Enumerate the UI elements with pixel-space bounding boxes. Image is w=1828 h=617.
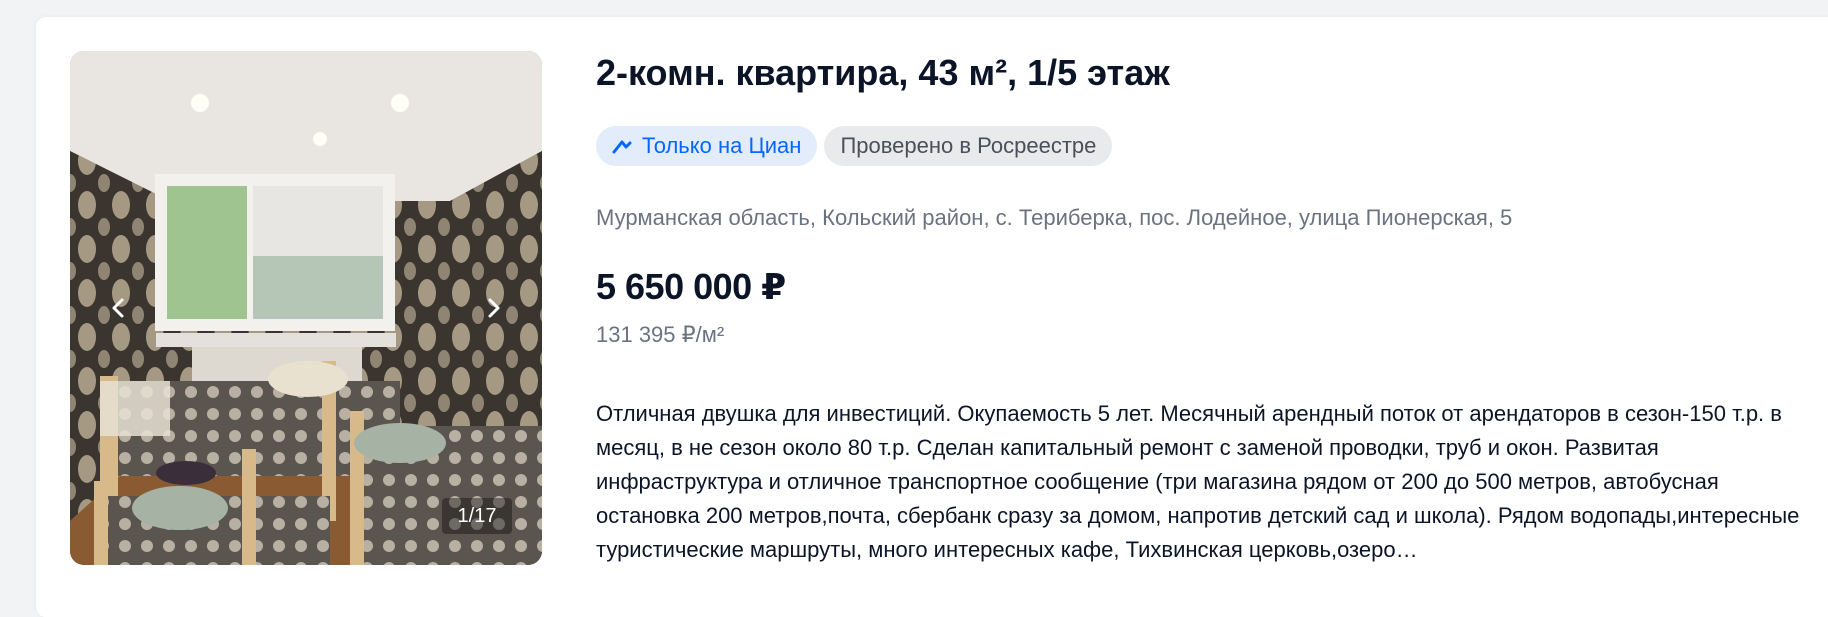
only-on-cian-label: Только на Циан [642,133,802,158]
rosreestr-verified-label: Проверено в Росреестре [840,133,1097,158]
listing-address[interactable]: Мурманская область, Кольский район, с. Т… [596,205,1512,231]
listing-title[interactable]: 2-комн. квартира, 43 м², 1/5 этаж [596,52,1170,94]
apartment-photo [70,51,542,565]
chevron-left-icon [112,298,124,318]
cian-logo-icon [612,140,632,154]
only-on-cian-badge: Только на Циан [596,126,818,166]
listing-description: Отличная двушка для инвестиций. Окупаемо… [596,401,1800,562]
rosreestr-verified-badge: Проверено в Росреестре [824,126,1113,166]
listing-price: 5 650 000 ₽ [596,266,786,307]
photo-counter: 1/17 [442,498,512,534]
gallery-next-button[interactable] [476,290,512,326]
chevron-right-icon [488,298,500,318]
photo-gallery[interactable]: 1/17 [70,51,542,565]
price-per-sqm: 131 395 ₽/м² [596,322,725,347]
badge-list: Только на Циан Проверено в Росреестре [596,126,1113,166]
gallery-prev-button[interactable] [100,290,136,326]
